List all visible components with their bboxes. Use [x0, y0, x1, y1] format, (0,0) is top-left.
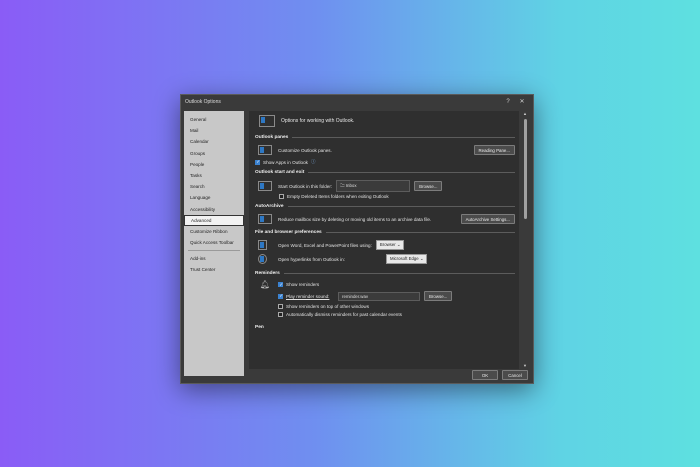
content-header: Options for working with Outlook. — [249, 111, 519, 133]
outlook-options-dialog: Outlook Options ? ✕ General Mail Calenda… — [180, 94, 534, 384]
on-top-label: Show reminders on top of other windows — [286, 304, 369, 309]
section-title-start-exit: Outlook start and exit — [255, 170, 305, 175]
play-sound-label: Play reminder sound: — [286, 293, 330, 299]
sidebar: General Mail Calendar Groups People Task… — [184, 111, 244, 376]
play-sound-checkbox[interactable] — [278, 293, 283, 299]
row-open-files: Open Word, Excel and PowerPoint files us… — [249, 240, 519, 250]
empty-deleted-label: Empty Deleted Items folders when exiting… — [287, 194, 389, 199]
sidebar-item-calendar[interactable]: Calendar — [184, 136, 244, 147]
sidebar-item-accessibility[interactable]: Accessibility — [184, 204, 244, 215]
section-reminders: Reminders — [249, 271, 519, 276]
sidebar-divider — [188, 250, 240, 252]
sidebar-item-quick-access-toolbar[interactable]: Quick Access Toolbar — [184, 237, 244, 248]
show-reminders-label: Show reminders — [286, 282, 320, 287]
section-title-pen: Pen — [255, 325, 264, 330]
section-title-reminders: Reminders — [255, 271, 280, 276]
archive-icon — [258, 214, 272, 224]
section-title-autoarchive: AutoArchive — [255, 204, 284, 209]
on-top-checkbox[interactable] — [278, 304, 283, 309]
row-start-folder: Start Outlook in this folder: 🗀 Inbox Br… — [249, 180, 519, 192]
row-empty-deleted: Empty Deleted Items folders when exiting… — [279, 194, 519, 199]
help-icon[interactable]: ? — [501, 99, 515, 105]
row-on-top: Show reminders on top of other windows — [278, 304, 519, 309]
row-show-apps: Show Apps in Outlook ⓘ — [255, 159, 519, 165]
sidebar-item-general[interactable]: General — [184, 114, 244, 125]
folder-start-icon — [258, 181, 272, 191]
globe-icon — [258, 254, 267, 264]
sidebar-item-add-ins[interactable]: Add-ins — [184, 253, 244, 264]
dialog-footer: OK Cancel — [472, 370, 528, 380]
autoarchive-settings-button[interactable]: AutoArchive Settings... — [460, 214, 515, 224]
title-bar: Outlook Options ? ✕ — [181, 95, 533, 108]
reading-pane-button[interactable]: Reading Pane... — [473, 145, 515, 155]
chevron-down-icon: ⌄ — [396, 242, 401, 247]
file-icon — [258, 240, 267, 250]
open-links-value: Microsoft Edge — [390, 256, 419, 261]
start-folder-value: Inbox — [345, 183, 357, 188]
sidebar-item-people[interactable]: People — [184, 159, 244, 170]
window-title: Outlook Options — [185, 98, 221, 105]
open-files-label: Open Word, Excel and PowerPoint files us… — [278, 242, 372, 248]
start-folder-field[interactable]: 🗀 Inbox — [336, 180, 411, 192]
row-auto-dismiss: Automatically dismiss reminders for past… — [278, 312, 519, 317]
section-outlook-panes: Outlook panes — [249, 135, 519, 140]
scroll-thumb[interactable] — [523, 119, 527, 219]
customize-panes-label: Customize Outlook panes. — [278, 147, 332, 153]
open-files-select[interactable]: Browser ⌄ — [375, 240, 405, 250]
folder-icon: 🗀 — [340, 183, 345, 188]
section-pen: Pen — [249, 325, 519, 330]
content-header-text: Options for working with Outlook. — [281, 118, 355, 124]
show-apps-label: Show Apps in Outlook — [263, 159, 308, 165]
show-reminders-checkbox[interactable] — [278, 282, 283, 288]
options-icon — [259, 115, 275, 127]
autoarchive-desc: Reduce mailbox size by deleting or movin… — [278, 216, 432, 222]
cancel-button[interactable]: Cancel — [502, 370, 528, 380]
sidebar-item-trust-center[interactable]: Trust Center — [184, 264, 244, 275]
empty-deleted-checkbox[interactable] — [279, 194, 284, 199]
sidebar-item-language[interactable]: Language — [184, 192, 244, 203]
section-title-outlook-panes: Outlook panes — [255, 135, 289, 140]
open-links-label: Open hyperlinks from Outlook in: — [278, 256, 345, 262]
row-autoarchive: Reduce mailbox size by deleting or movin… — [249, 214, 519, 224]
sidebar-item-customize-ribbon[interactable]: Customize Ribbon — [184, 226, 244, 237]
start-folder-label: Start Outlook in this folder: — [278, 183, 333, 189]
close-icon[interactable]: ✕ — [515, 98, 529, 105]
row-open-links: Open hyperlinks from Outlook in: Microso… — [249, 254, 519, 264]
sidebar-item-search[interactable]: Search — [184, 181, 244, 192]
section-start-exit: Outlook start and exit — [249, 170, 519, 175]
panes-icon — [258, 145, 272, 155]
sidebar-item-tasks[interactable]: Tasks — [184, 170, 244, 181]
auto-dismiss-checkbox[interactable] — [278, 312, 283, 317]
section-title-file-browser: File and browser preferences — [255, 230, 322, 235]
sidebar-item-mail[interactable]: Mail — [184, 125, 244, 136]
row-show-reminders: 🔔︎ Show reminders — [249, 280, 519, 289]
row-play-sound: Play reminder sound: reminder.wav Browse… — [278, 291, 519, 301]
section-file-browser: File and browser preferences — [249, 230, 519, 235]
open-links-select[interactable]: Microsoft Edge ⌄ — [386, 254, 428, 264]
section-autoarchive: AutoArchive — [249, 204, 519, 209]
sidebar-item-advanced[interactable]: Advanced — [184, 214, 244, 226]
start-folder-browse-button[interactable]: Browse... — [414, 181, 443, 191]
row-customize-panes: Customize Outlook panes. Reading Pane... — [249, 145, 519, 155]
show-apps-checkbox[interactable] — [255, 159, 260, 165]
sound-browse-button[interactable]: Browse... — [424, 291, 453, 301]
ok-button[interactable]: OK — [472, 370, 498, 380]
info-icon[interactable]: ⓘ — [311, 159, 316, 165]
content-scrollbar[interactable]: ▲ ▼ — [522, 111, 528, 369]
sound-file-field[interactable]: reminder.wav — [338, 291, 420, 301]
bell-icon: 🔔︎ — [259, 280, 271, 289]
options-content: Options for working with Outlook. Outloo… — [249, 111, 519, 369]
open-files-value: Browser — [379, 242, 396, 247]
chevron-down-icon: ⌄ — [419, 256, 424, 261]
scroll-down-icon[interactable]: ▼ — [522, 363, 528, 369]
scroll-up-icon[interactable]: ▲ — [522, 111, 528, 117]
auto-dismiss-label: Automatically dismiss reminders for past… — [286, 312, 402, 317]
sidebar-item-groups[interactable]: Groups — [184, 148, 244, 159]
